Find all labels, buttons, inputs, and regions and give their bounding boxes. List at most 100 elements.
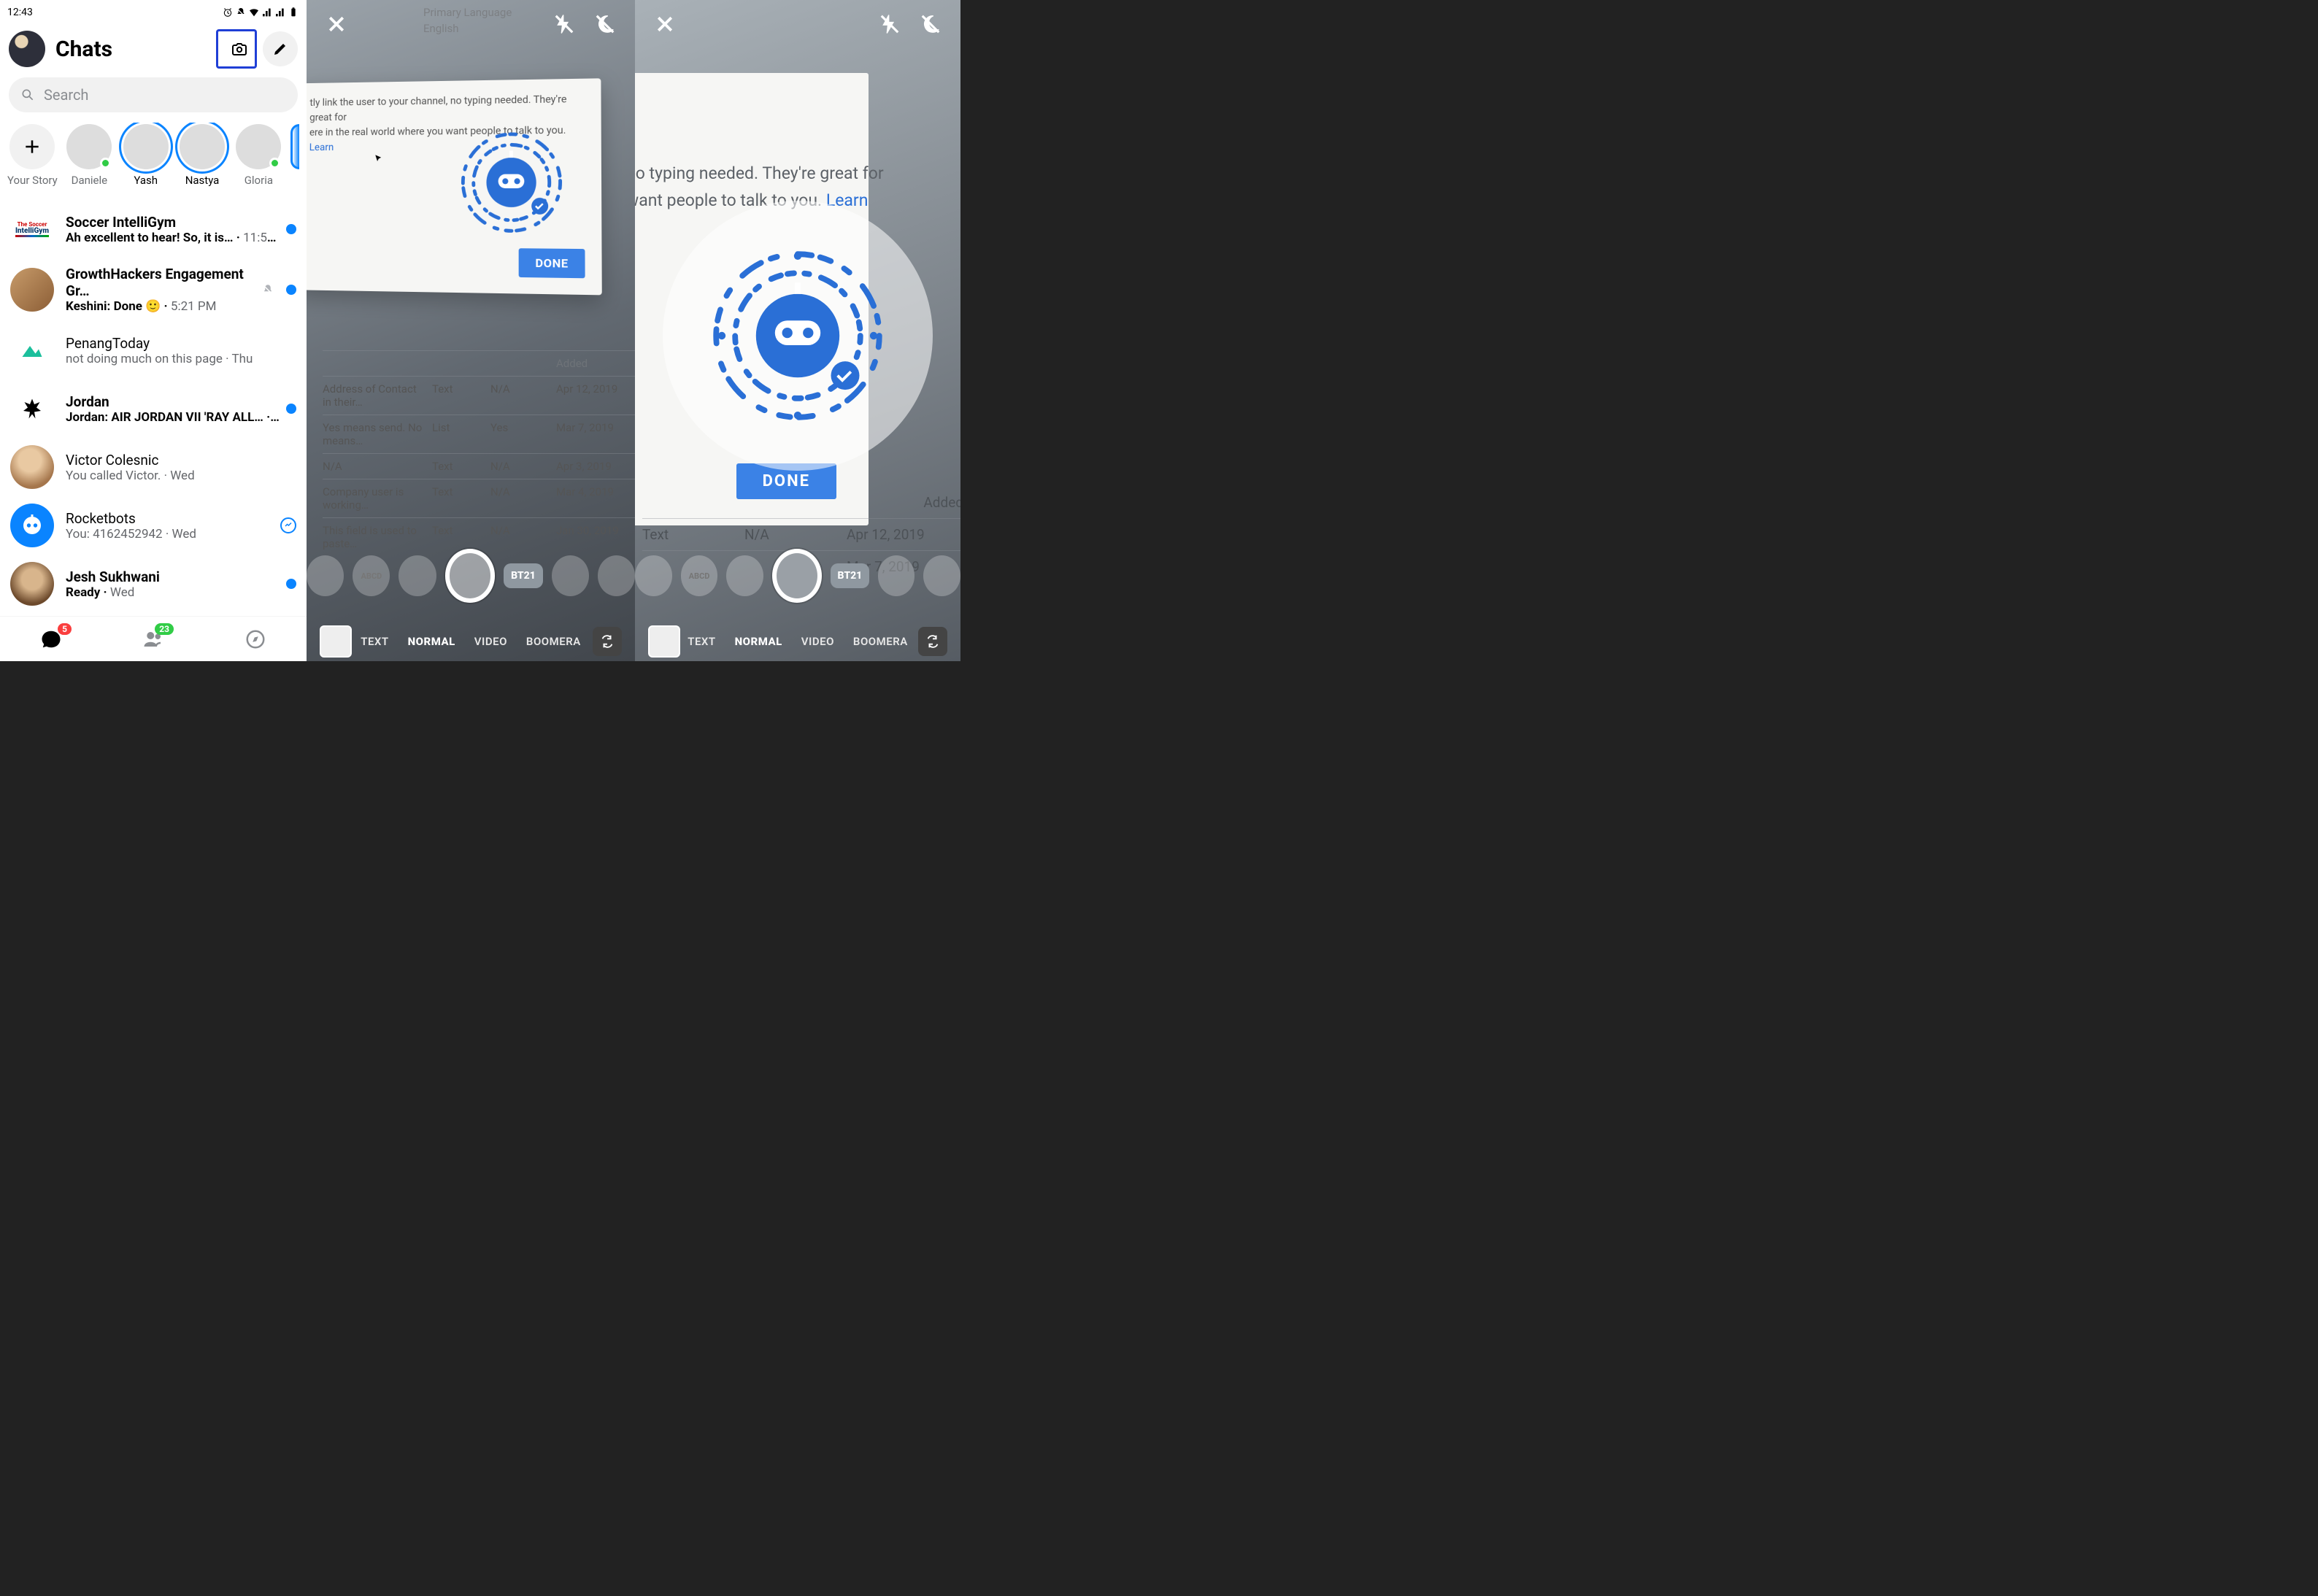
viewfinder-table: Added Address of Contact in their…TextN/…	[323, 350, 635, 556]
profile-avatar[interactable]	[9, 31, 45, 67]
mode-normal[interactable]: NORMAL	[735, 635, 782, 648]
story-label: Yash	[134, 174, 158, 187]
story-label: Your Story	[7, 174, 58, 187]
search-input[interactable]: Search	[9, 77, 298, 112]
switch-camera-button[interactable]	[593, 627, 622, 656]
switch-camera-button[interactable]	[918, 627, 947, 656]
filter-hat[interactable]	[635, 555, 672, 596]
battery-icon	[288, 7, 299, 18]
filters-row[interactable]: ABCD BT21	[307, 549, 635, 603]
shutter-button[interactable]	[772, 549, 822, 603]
chat-name: Soccer IntelliGym	[66, 214, 282, 231]
nav-chats[interactable]: 5	[38, 626, 64, 652]
cursor-icon	[374, 154, 384, 164]
bell-mute-icon	[235, 7, 247, 18]
story-yash[interactable]: Yash	[121, 124, 170, 187]
nav-discover[interactable]	[242, 626, 269, 652]
filters-row[interactable]: ABCD BT21	[635, 549, 960, 603]
camera-button[interactable]	[224, 31, 255, 66]
mode-text[interactable]: TEXT	[688, 635, 715, 648]
unread-dot	[286, 404, 296, 414]
close-icon[interactable]	[654, 13, 676, 35]
close-icon[interactable]	[326, 13, 347, 35]
messenger-code-icon	[453, 123, 571, 242]
filter-hat[interactable]	[307, 555, 344, 596]
filter-face[interactable]	[878, 555, 915, 596]
avatar-intelligym: The SoccerIntelliGym	[15, 222, 49, 237]
filter-green[interactable]	[398, 555, 436, 596]
chat-preview: Ready · Wed	[66, 585, 282, 600]
chats-header: Chats	[0, 22, 307, 77]
chat-preview: You called Victor. · Wed	[66, 469, 296, 483]
chat-row[interactable]: GrowthHackers Engagement Gr… Keshini: Do…	[0, 258, 307, 321]
done-button[interactable]: DONE	[519, 248, 585, 278]
alarm-icon	[222, 7, 234, 18]
chat-row[interactable]: The SoccerIntelliGym Soccer IntelliGym A…	[0, 200, 307, 258]
camera-top-bar	[307, 13, 635, 35]
chat-name: PenangToday	[66, 335, 296, 352]
stories-row[interactable]: Your Story Daniele Yash Nastya Gloria	[0, 123, 307, 200]
chat-name: GrowthHackers Engagement Gr…	[66, 266, 261, 299]
story-label: Nastya	[185, 174, 220, 187]
chat-name: Jordan	[66, 393, 282, 410]
mode-normal[interactable]: NORMAL	[408, 635, 455, 648]
chat-row[interactable]: Rocketbots You: 4162452942 · Wed	[0, 496, 307, 555]
filter-peach[interactable]	[923, 555, 960, 596]
online-dot	[269, 158, 280, 169]
filter-abcd[interactable]: ABCD	[681, 555, 718, 596]
mode-video[interactable]: VIDEO	[801, 635, 834, 648]
story-gloria[interactable]: Gloria	[234, 124, 283, 187]
signal-icon-2	[274, 7, 286, 18]
avatar-group	[10, 268, 54, 312]
camera-screen: Primary Language English tly link the us…	[307, 0, 635, 661]
chat-preview: Jordan: AIR JORDAN VII 'RAY ALL… · Thu	[66, 410, 282, 425]
story-label: Daniele	[72, 174, 108, 187]
signal-icon	[261, 7, 273, 18]
mode-video[interactable]: VIDEO	[474, 635, 507, 648]
page-title: Chats	[55, 36, 212, 62]
status-bar: 12:43	[0, 0, 307, 22]
messenger-code-icon	[703, 241, 893, 431]
messenger-badge-icon	[280, 517, 296, 533]
camera-modes[interactable]: TEXT NORMAL VIDEO BOOMERA	[635, 635, 960, 648]
chat-row[interactable]: PenangToday not doing much on this page …	[0, 321, 307, 379]
chat-row[interactable]: Victor Colesnic You called Victor. · Wed	[0, 438, 307, 496]
story-nastya[interactable]: Nastya	[177, 124, 226, 187]
avatar-victor	[10, 445, 54, 489]
moon-off-icon[interactable]	[594, 13, 616, 35]
flash-off-icon[interactable]	[553, 13, 575, 35]
filter-bt21[interactable]: BT21	[504, 563, 542, 588]
nav-people[interactable]: 23	[140, 626, 166, 652]
mode-boomerang[interactable]: BOOMERA	[853, 635, 908, 648]
camera-top-bar	[635, 13, 960, 35]
mode-boomerang[interactable]: BOOMERA	[526, 635, 581, 648]
status-icons	[222, 7, 299, 18]
filter-face[interactable]	[552, 555, 589, 596]
filter-bt21[interactable]: BT21	[831, 563, 869, 588]
chat-row[interactable]: Jordan Jordan: AIR JORDAN VII 'RAY ALL… …	[0, 379, 307, 438]
filter-abcd[interactable]: ABCD	[353, 555, 390, 596]
avatar-jesh	[10, 562, 54, 606]
unread-dot	[286, 285, 296, 295]
story-peek[interactable]	[290, 124, 299, 187]
flash-off-icon[interactable]	[879, 13, 901, 35]
chat-row[interactable]: Jesh Sukhwani Ready · Wed	[0, 555, 307, 613]
camera-modes[interactable]: TEXT NORMAL VIDEO BOOMERA	[307, 635, 635, 648]
camera-icon	[231, 40, 248, 58]
wifi-icon	[248, 7, 260, 18]
story-daniele[interactable]: Daniele	[65, 124, 114, 187]
compose-button[interactable]	[263, 31, 298, 66]
story-label: Gloria	[244, 174, 273, 187]
viewfinder-dialog: tly link the user to your channel, no ty…	[307, 78, 602, 295]
avatar-penang	[10, 328, 54, 372]
mode-text[interactable]: TEXT	[361, 635, 388, 648]
gallery-thumbnail[interactable]	[648, 625, 680, 658]
shutter-button[interactable]	[445, 549, 496, 603]
gallery-thumbnail[interactable]	[320, 625, 352, 658]
filter-green[interactable]	[726, 555, 763, 596]
new-dot	[909, 555, 915, 561]
filter-peach[interactable]	[598, 555, 635, 596]
chat-list[interactable]: The SoccerIntelliGym Soccer IntelliGym A…	[0, 200, 307, 661]
story-your-story[interactable]: Your Story	[7, 124, 58, 187]
moon-off-icon[interactable]	[920, 13, 942, 35]
